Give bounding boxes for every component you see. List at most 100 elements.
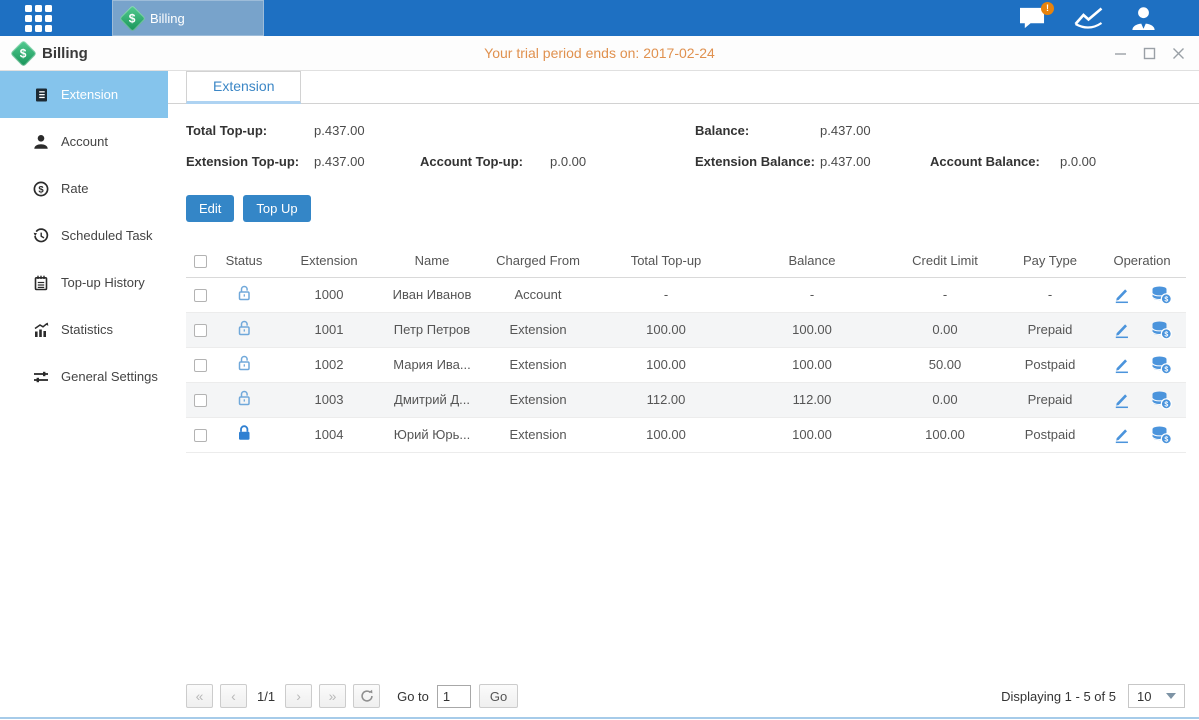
extension-topup-value: p.437.00 bbox=[314, 154, 365, 169]
row-select-cell bbox=[186, 347, 214, 382]
edit-row-button[interactable] bbox=[1112, 390, 1131, 409]
col-status: Status bbox=[214, 244, 274, 277]
first-page-icon: « bbox=[196, 688, 204, 704]
sidebar-item-label: Account bbox=[61, 134, 108, 149]
top-up-row-button[interactable]: $ bbox=[1150, 355, 1172, 375]
app-launcher-button[interactable] bbox=[0, 0, 76, 36]
sidebar-item-rate[interactable]: $ Rate bbox=[0, 165, 168, 212]
svg-text:$: $ bbox=[38, 184, 44, 195]
balance-cell: 100.00 bbox=[736, 417, 888, 452]
extension-cell: 1004 bbox=[274, 417, 384, 452]
minimize-icon bbox=[1114, 47, 1127, 60]
extension-topup-label: Extension Top-up: bbox=[186, 154, 299, 169]
sidebar-item-general-settings[interactable]: General Settings bbox=[0, 353, 168, 400]
last-page-button[interactable]: » bbox=[319, 684, 346, 708]
pager-right: Displaying 1 - 5 of 5 10 bbox=[1001, 684, 1185, 708]
summary-row-2: Extension Top-up: p.437.00 Account Top-u… bbox=[186, 148, 1199, 179]
coins-icon: $ bbox=[1150, 320, 1172, 340]
pencil-icon bbox=[1112, 425, 1131, 444]
row-checkbox[interactable] bbox=[194, 429, 207, 442]
top-up-row-button[interactable]: $ bbox=[1150, 390, 1172, 410]
pencil-icon bbox=[1112, 320, 1131, 339]
pay-type-cell: Prepaid bbox=[1002, 382, 1098, 417]
sidebar-item-scheduled-task[interactable]: Scheduled Task bbox=[0, 212, 168, 259]
tab-strip: Extension bbox=[168, 71, 1199, 104]
row-checkbox[interactable] bbox=[194, 324, 207, 337]
taskbar-tab-label: Billing bbox=[150, 11, 185, 26]
row-checkbox[interactable] bbox=[194, 289, 207, 302]
row-select-cell bbox=[186, 382, 214, 417]
sidebar-item-statistics[interactable]: Statistics bbox=[0, 306, 168, 353]
edit-row-button[interactable] bbox=[1112, 425, 1131, 444]
notifications-button[interactable]: ! bbox=[1018, 6, 1047, 31]
taskbar-billing-tab[interactable]: $ Billing bbox=[112, 0, 264, 36]
reports-button[interactable] bbox=[1073, 5, 1104, 31]
col-total-topup: Total Top-up bbox=[596, 244, 736, 277]
row-checkbox[interactable] bbox=[194, 394, 207, 407]
goto-label: Go to bbox=[397, 689, 429, 704]
edit-row-button[interactable] bbox=[1112, 320, 1131, 339]
main-content: Extension Total Top-up: p.437.00 Balance… bbox=[168, 71, 1199, 717]
status-cell bbox=[214, 347, 274, 382]
top-up-button[interactable]: Top Up bbox=[243, 195, 310, 222]
titlebar-left: $ Billing bbox=[14, 44, 274, 63]
tab-extension[interactable]: Extension bbox=[186, 71, 301, 104]
top-up-row-button[interactable]: $ bbox=[1150, 320, 1172, 340]
pay-type-cell: Postpaid bbox=[1002, 417, 1098, 452]
coins-icon: $ bbox=[1150, 425, 1172, 445]
extension-cell: 1003 bbox=[274, 382, 384, 417]
sidebar-item-extension[interactable]: Extension bbox=[0, 71, 168, 118]
total-topup-cell: - bbox=[596, 277, 736, 312]
account-topup-value: p.0.00 bbox=[550, 154, 586, 169]
pay-type-cell: Prepaid bbox=[1002, 312, 1098, 347]
page-indicator: 1/1 bbox=[257, 689, 275, 704]
pencil-icon bbox=[1112, 285, 1131, 304]
top-up-row-button[interactable]: $ bbox=[1150, 285, 1172, 305]
total-topup-cell: 112.00 bbox=[596, 382, 736, 417]
user-menu-button[interactable] bbox=[1130, 5, 1157, 31]
operation-cell: $ bbox=[1098, 347, 1186, 382]
go-button[interactable]: Go bbox=[479, 684, 518, 708]
first-page-button[interactable]: « bbox=[186, 684, 213, 708]
pencil-icon bbox=[1112, 355, 1131, 374]
coins-icon: $ bbox=[1150, 390, 1172, 410]
top-up-row-button[interactable]: $ bbox=[1150, 425, 1172, 445]
sidebar-item-account[interactable]: Account bbox=[0, 118, 168, 165]
minimize-button[interactable] bbox=[1114, 47, 1127, 60]
sidebar-item-label: Extension bbox=[61, 87, 118, 102]
prev-page-button[interactable]: ‹ bbox=[220, 684, 247, 708]
billing-window-icon: $ bbox=[10, 40, 37, 67]
charged-from-cell: Extension bbox=[480, 382, 596, 417]
edit-row-button[interactable] bbox=[1112, 355, 1131, 374]
summary-row-1: Total Top-up: p.437.00 Balance: p.437.00 bbox=[186, 117, 1199, 148]
svg-text:$: $ bbox=[1165, 331, 1169, 338]
billing-app-icon: $ bbox=[119, 5, 146, 32]
credit-limit-cell: 0.00 bbox=[888, 312, 1002, 347]
close-button[interactable] bbox=[1172, 47, 1185, 60]
balance-cell: 100.00 bbox=[736, 347, 888, 382]
page-size-select[interactable]: 10 bbox=[1128, 684, 1185, 708]
balance-cell: 100.00 bbox=[736, 312, 888, 347]
status-cell bbox=[214, 382, 274, 417]
status-cell bbox=[214, 277, 274, 312]
row-checkbox[interactable] bbox=[194, 359, 207, 372]
sidebar-item-topup-history[interactable]: Top-up History bbox=[0, 259, 168, 306]
sidebar: Extension Account $ Rate Scheduled Task bbox=[0, 71, 168, 717]
total-topup-label: Total Top-up: bbox=[186, 123, 267, 138]
extension-cell: 1001 bbox=[274, 312, 384, 347]
action-buttons: Edit Top Up bbox=[186, 195, 1199, 222]
next-page-button[interactable]: › bbox=[285, 684, 312, 708]
edit-button[interactable]: Edit bbox=[186, 195, 234, 222]
refresh-button[interactable] bbox=[353, 684, 380, 708]
maximize-button[interactable] bbox=[1143, 47, 1156, 60]
col-extension: Extension bbox=[274, 244, 384, 277]
goto-page-input[interactable] bbox=[437, 685, 471, 708]
coins-icon: $ bbox=[1150, 285, 1172, 305]
app-body: Extension Account $ Rate Scheduled Task bbox=[0, 71, 1199, 719]
edit-row-button[interactable] bbox=[1112, 285, 1131, 304]
sidebar-item-label: Rate bbox=[61, 181, 88, 196]
refresh-icon bbox=[360, 689, 374, 703]
extension-table: Status Extension Name Charged From Total… bbox=[186, 244, 1186, 453]
charged-from-cell: Extension bbox=[480, 312, 596, 347]
select-all-checkbox[interactable] bbox=[194, 255, 207, 268]
